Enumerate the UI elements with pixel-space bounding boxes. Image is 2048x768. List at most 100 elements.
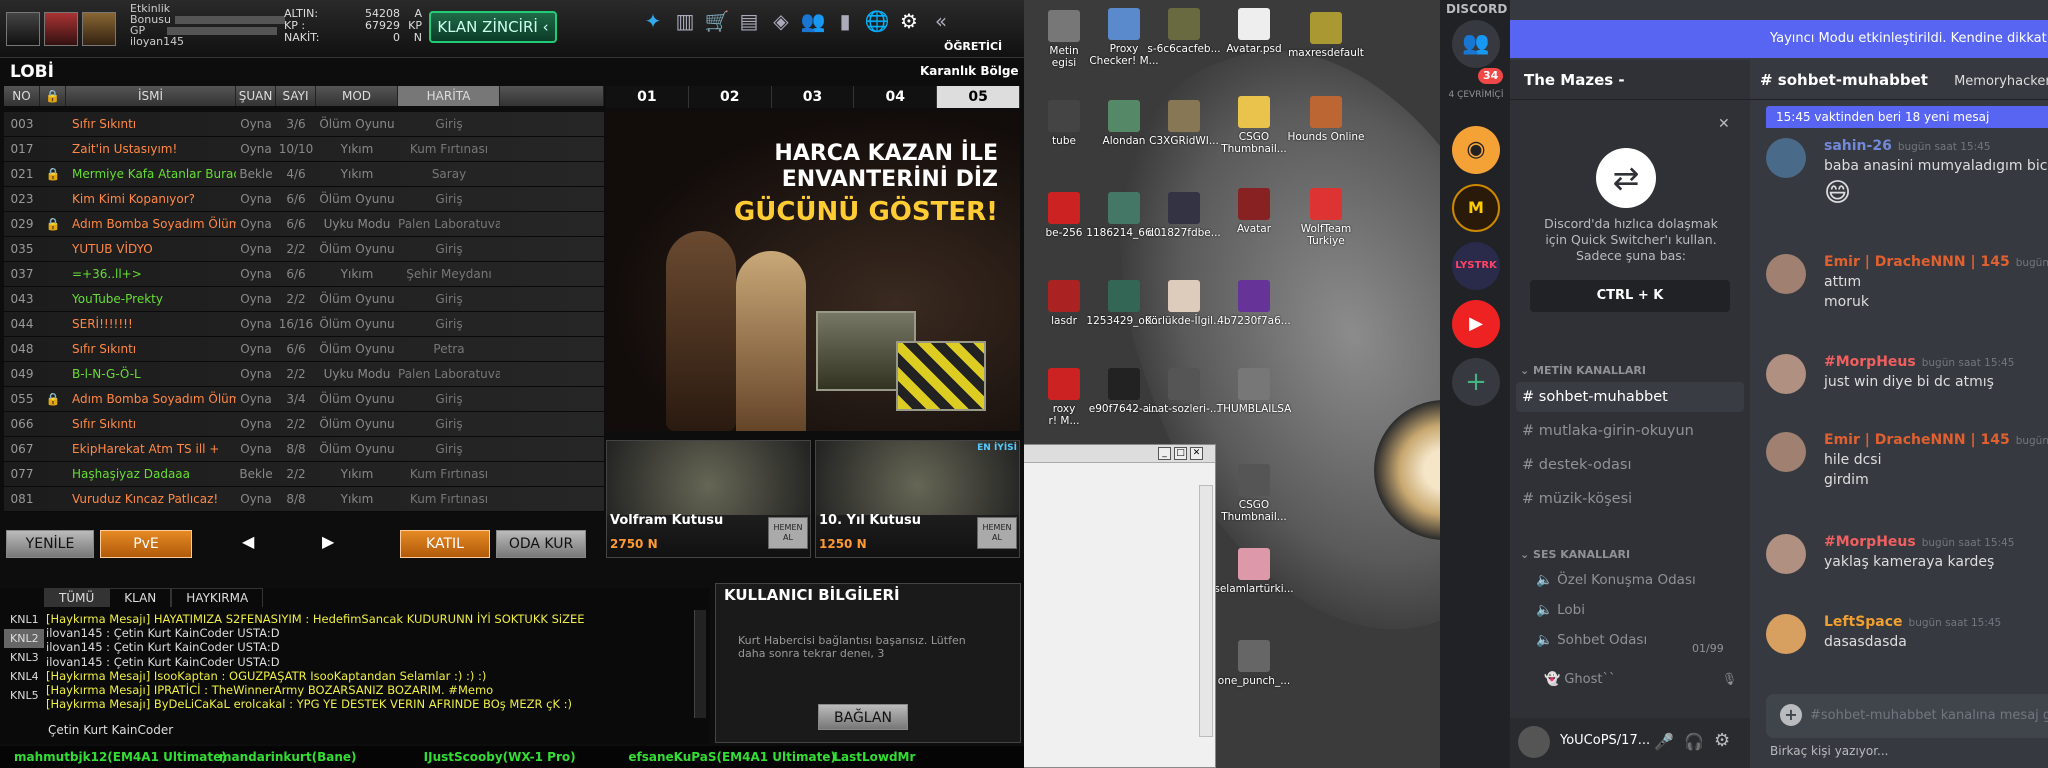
desktop-icon[interactable]: inat-sozleri-...: [1144, 368, 1224, 415]
product-card[interactable]: Volfram Kutusu 2750 N HEMEN AL: [606, 440, 811, 558]
page-tab[interactable]: 02: [689, 86, 772, 108]
chat-tab[interactable]: HAYKIRMA: [171, 588, 264, 607]
page-tab[interactable]: 05: [937, 86, 1020, 108]
friends-icon[interactable]: 👥: [1452, 20, 1500, 68]
text-channel[interactable]: # destek-odası: [1516, 450, 1744, 480]
server-youtube-icon[interactable]: ▶: [1452, 300, 1500, 348]
column-header[interactable]: SAYI: [276, 86, 316, 106]
table-row[interactable]: 067 EkipHarekat Atm TS ill + Oyna 8/8 Ölüm O…: [4, 437, 604, 462]
klan-zinciri-button[interactable]: KLAN ZİNCİRİ ‹: [429, 11, 557, 43]
pve-button[interactable]: PvE: [100, 530, 192, 558]
promo-banner[interactable]: HARCA KAZAN İLE ENVANTERİNİ DİZ GÜCÜNÜ GÖ…: [606, 111, 1020, 431]
desktop-icon[interactable]: 4b7230f7a6...: [1214, 280, 1294, 327]
buy-now-button[interactable]: HEMEN AL: [768, 517, 808, 549]
chat-tab[interactable]: TÜMÜ: [44, 588, 110, 607]
desktop-icon[interactable]: C3XGRidWI...: [1144, 100, 1224, 147]
table-row[interactable]: 029 🔒 Adım Bomba Soyadım Ölüm Oyna 6/6 Uyku M…: [4, 212, 604, 237]
message-author[interactable]: Emir | DracheNNN | 145bugün saat 15:45: [1824, 254, 2048, 270]
table-row[interactable]: 023 Kim Kimi Kopanıyor? Oyna 6/6 Ölüm Oyunu G…: [4, 187, 604, 212]
server-name[interactable]: The Mazes - MemoryHack... ⌄: [1510, 60, 1750, 129]
column-header[interactable]: NO: [4, 86, 40, 106]
table-row[interactable]: 043 YouTube-Prekty Oyna 2/2 Ölüm Oyunu Giriş: [4, 287, 604, 312]
table-row[interactable]: 017 Zait'in Ustasıyım! Oyna 10/10 Yıkım Kum F…: [4, 137, 604, 162]
connect-button[interactable]: BAĞLAN: [818, 704, 908, 730]
add-attachment-icon[interactable]: +: [1780, 704, 1802, 726]
create-room-button[interactable]: ODA KUR: [496, 530, 586, 558]
minimize-icon[interactable]: _: [1158, 447, 1171, 460]
channel-tab[interactable]: KNL5: [4, 686, 44, 705]
table-row[interactable]: 081 Vuruduz Kıncaz Patlıcaz! Oyna 8/8 Yıkım K…: [4, 487, 604, 512]
message-author[interactable]: Emir | DracheNNN | 145bugün saat 15:45: [1824, 432, 2048, 448]
box-icon[interactable]: ◈: [768, 8, 794, 34]
table-row[interactable]: 037 =+36..ll+> Oyna 6/6 Yıkım Şehir Meydanı: [4, 262, 604, 287]
ogretici-label[interactable]: ÖĞRETİCİ: [944, 40, 1002, 53]
desktop-icon[interactable]: Hounds Online: [1286, 96, 1366, 143]
globe-icon[interactable]: 🌐: [864, 8, 890, 34]
message-author[interactable]: LeftSpace bugün saat 15:45: [1824, 614, 2001, 630]
prev-page-arrow[interactable]: ◀: [242, 532, 254, 551]
product-card[interactable]: 10. Yıl Kutusu 1250 N HEMEN AL EN İYİSİ: [815, 440, 1020, 558]
channel-tab[interactable]: KNL3: [4, 648, 44, 667]
text-channel[interactable]: # mutlaka-girin-okuyun: [1516, 416, 1744, 446]
avatar[interactable]: [1766, 354, 1806, 394]
desktop-icon[interactable]: Körlükde-İlgil...: [1144, 280, 1224, 327]
avatar[interactable]: [1766, 614, 1806, 654]
column-header[interactable]: MOD: [316, 86, 398, 106]
chat-scrollbar[interactable]: [694, 610, 706, 718]
etkinlik-icon[interactable]: ✦: [640, 8, 666, 34]
ranking-icon[interactable]: ▮: [832, 8, 858, 34]
table-row[interactable]: 003 Sıfır Sıkıntı Oyna 3/6 Ölüm Oyunu Giriş: [4, 112, 604, 137]
headphones-icon[interactable]: 🎧: [1684, 732, 1704, 751]
column-header[interactable]: ŞUAN: [236, 86, 276, 106]
close-icon[interactable]: ✕: [1718, 116, 1730, 132]
text-channel[interactable]: # sohbet-muhabbet: [1516, 382, 1744, 412]
refresh-button[interactable]: YENİLE: [6, 530, 94, 558]
channel-tab[interactable]: KNL4: [4, 667, 44, 686]
inventory-icon[interactable]: ▤: [736, 8, 762, 34]
table-row[interactable]: 048 Sıfır Sıkıntı Oyna 6/6 Ölüm Oyunu Petra: [4, 337, 604, 362]
avatar[interactable]: [1518, 726, 1550, 758]
table-row[interactable]: 049 B-l-N-G-Ö-L Oyna 2/2 Uyku Modu Palen Labo…: [4, 362, 604, 387]
desktop-icon[interactable]: one_punch_...: [1214, 640, 1294, 687]
table-row[interactable]: 066 Sıfır Sıkıntı Oyna 2/2 Ölüm Oyunu Giriş: [4, 412, 604, 437]
new-messages-bar[interactable]: 15:45 vaktinden beri 18 yeni mesaj: [1766, 106, 2048, 128]
discord-logo-icon[interactable]: ◉: [1452, 126, 1500, 174]
column-header[interactable]: 🔒: [40, 86, 66, 106]
voice-channel[interactable]: 🔈 Özel Konuşma Odası: [1536, 572, 1696, 588]
message-input[interactable]: #sohbet-muhabbet kanalına mesaj gö: [1766, 694, 2048, 738]
voice-channel[interactable]: 🔈 Sohbet Odası: [1536, 632, 1647, 648]
voice-channel[interactable]: 🔈 Lobi: [1536, 602, 1585, 618]
table-row[interactable]: 044 SERİ!!!!!!! Oyna 16/16 Ölüm Oyunu Giriş: [4, 312, 604, 337]
chat-tab[interactable]: KLAN: [109, 588, 172, 607]
message-author[interactable]: #MorpHeus bugün saat 15:45: [1824, 354, 2014, 370]
channel-tab[interactable]: KNL1: [4, 610, 44, 629]
table-row[interactable]: 077 Haşhaşiyaz Dadaaa Bekle 2/2 Yıkım Kum Fır…: [4, 462, 604, 487]
settings-gear-icon[interactable]: ⚙: [1714, 730, 1730, 751]
settings-gear-icon[interactable]: ⚙: [896, 8, 922, 34]
column-header[interactable]: İSMİ: [66, 86, 236, 106]
avatar[interactable]: [1766, 534, 1806, 574]
chat-input[interactable]: Çetin Kurt KainCoder: [48, 720, 698, 740]
friends-icon[interactable]: 👥: [800, 8, 826, 34]
text-channels-category[interactable]: ⌄ METİN KANALLARI: [1520, 364, 1646, 377]
server-memoryhackers-icon[interactable]: M: [1452, 184, 1500, 232]
server-lystrk-icon[interactable]: LYSTRK: [1452, 242, 1500, 290]
next-page-arrow[interactable]: ▶: [322, 532, 334, 551]
dark-zone-label[interactable]: Karanlık Bölge: [920, 64, 1019, 78]
table-row[interactable]: 021 🔒 Mermiye Kafa Atanlar Burada Bekle 4/6 Y…: [4, 162, 604, 187]
maximize-icon[interactable]: □: [1174, 447, 1187, 460]
mic-icon[interactable]: 🎤: [1654, 732, 1674, 751]
message-author[interactable]: #MorpHeus bugün saat 15:45: [1824, 534, 2014, 550]
text-channel[interactable]: # müzik-köşesi: [1516, 484, 1744, 514]
page-tab[interactable]: 03: [772, 86, 855, 108]
table-row[interactable]: 055 🔒 Adım Bomba Soyadım Ölüm Oyna 3/4 Ölüm O…: [4, 387, 604, 412]
desktop-icon[interactable]: CSGO Thumbnail...: [1214, 464, 1294, 523]
stats-icon[interactable]: ▥: [672, 8, 698, 34]
avatar[interactable]: [1766, 254, 1806, 294]
avatar[interactable]: [1766, 138, 1806, 178]
add-server-icon[interactable]: +: [1452, 358, 1500, 406]
desktop-icon[interactable]: d01827fdbe...: [1144, 192, 1224, 239]
explorer-window[interactable]: _ □ ✕: [1024, 444, 1216, 768]
desktop-icon[interactable]: WolfTeam Turkiye: [1286, 188, 1366, 247]
desktop-icon[interactable]: Avatar: [1214, 188, 1294, 235]
